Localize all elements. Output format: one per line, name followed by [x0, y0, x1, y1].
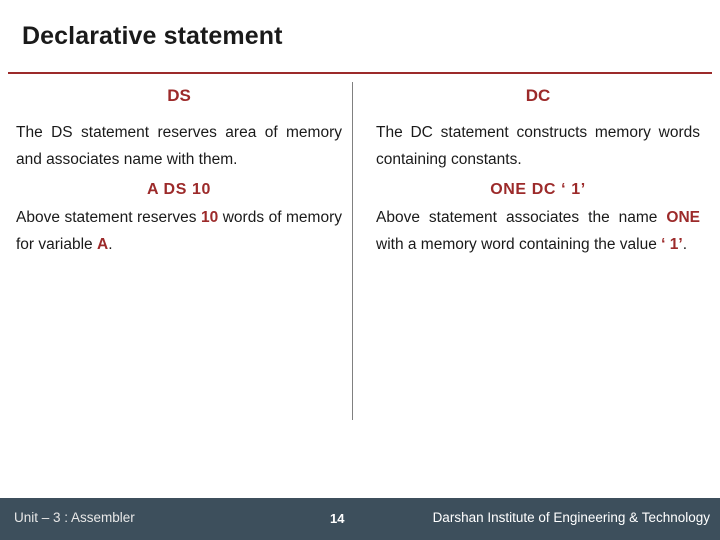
- column-ds-code: A DS 10: [146, 181, 212, 199]
- ds-p2-highlight-2: A: [96, 235, 109, 253]
- column-ds-paragraph-2: Above statement reserves 10 words of mem…: [16, 205, 342, 258]
- ds-p2-highlight-1: 10: [200, 209, 219, 227]
- dc-p2-highlight-2: ‘ 1’: [661, 235, 683, 253]
- column-ds: DS The DS statement reserves area of mem…: [8, 82, 358, 422]
- title-divider: [8, 72, 712, 74]
- dc-p2-post: .: [682, 235, 688, 253]
- column-dc: DC The DC statement constructs memory wo…: [358, 82, 708, 422]
- column-dc-paragraph-1: The DC statement constructs memory words…: [376, 124, 700, 168]
- dc-p2-pre: Above statement associates the name: [376, 209, 667, 227]
- column-dc-heading: DC: [525, 86, 551, 105]
- ds-p2-pre: Above statement reserves: [16, 209, 201, 227]
- slide-footer: Unit – 3 : Assembler 14 Darshan Institut…: [0, 498, 720, 540]
- content-columns: DS The DS statement reserves area of mem…: [8, 82, 712, 422]
- slide: Declarative statement DS The DS statemen…: [0, 0, 720, 540]
- footer-unit-label: Unit – 3 : Assembler: [14, 510, 135, 525]
- dc-p2-highlight-1: ONE: [666, 209, 700, 227]
- footer-institute-label: Darshan Institute of Engineering & Techn…: [432, 510, 710, 525]
- column-ds-paragraph-1: The DS statement reserves area of memory…: [16, 124, 342, 168]
- ds-p2-post: .: [108, 235, 113, 253]
- dc-p2-mid: with a memory word containing the value: [376, 235, 662, 253]
- column-ds-heading: DS: [167, 86, 191, 105]
- column-dc-paragraph-2: Above statement associates the name ONE …: [376, 205, 700, 258]
- footer-page-number: 14: [330, 511, 345, 526]
- page-title: Declarative statement: [22, 22, 283, 50]
- column-dc-code: ONE DC ‘ 1’: [490, 181, 586, 199]
